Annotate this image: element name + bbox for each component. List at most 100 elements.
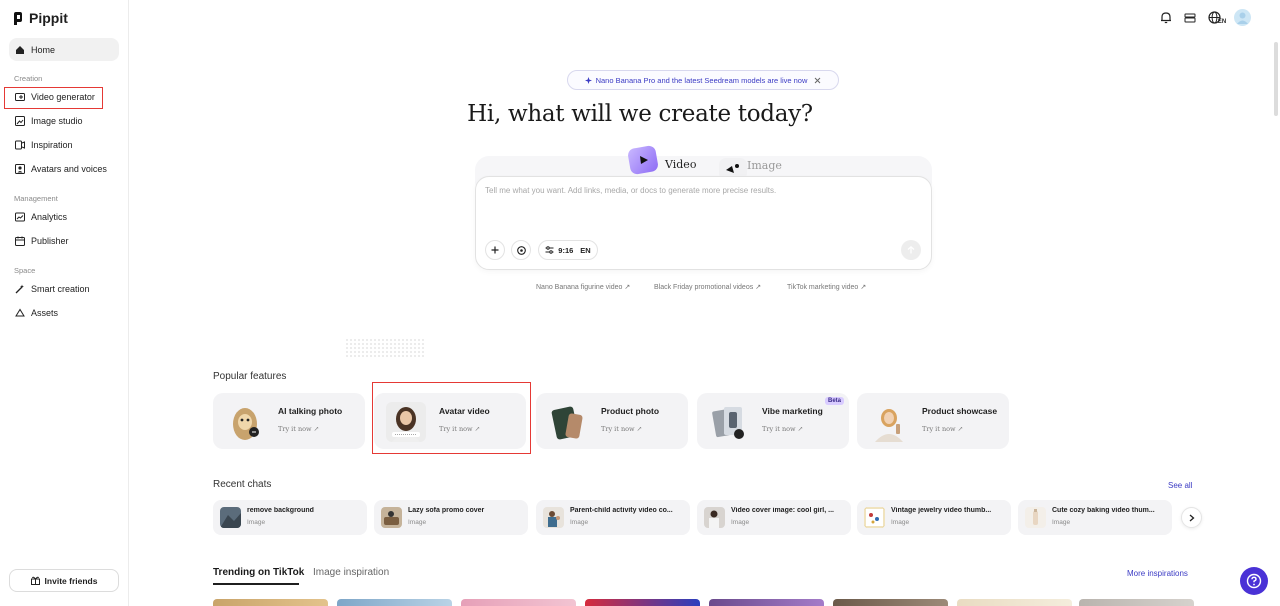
- suggestion-label: TikTok marketing video: [787, 283, 859, 291]
- sidebar-item-home[interactable]: Home: [9, 38, 119, 61]
- recent-chat-item[interactable]: remove background Image: [213, 500, 367, 535]
- layers-icon: [1184, 13, 1196, 22]
- feature-card-product-photo[interactable]: Product photo Try it now ↗: [536, 393, 688, 449]
- language-button[interactable]: EN: [1206, 9, 1228, 26]
- invite-friends-button[interactable]: Invite friends: [9, 569, 119, 592]
- trending-thumbnail[interactable]: [833, 599, 948, 606]
- try-it-now-label: Try it now: [601, 425, 635, 433]
- sidebar-item-inspiration[interactable]: Inspiration: [9, 134, 119, 156]
- invite-friends-label: Invite friends: [44, 575, 98, 586]
- feature-title: Product showcase: [922, 406, 998, 416]
- feature-thumbnail: [225, 402, 265, 442]
- trending-thumbnail[interactable]: [957, 599, 1072, 606]
- chat-title: Video cover image: cool girl, ...: [731, 507, 834, 514]
- sidebar-item-smart-creation[interactable]: Smart creation: [9, 278, 119, 300]
- suggestion-chip[interactable]: Nano Banana figurine video ↗: [536, 283, 630, 292]
- calendar-icon: [15, 236, 25, 246]
- page-title: Hi, what will we create today?: [467, 101, 813, 127]
- sidebar-item-publisher[interactable]: Publisher: [9, 230, 119, 252]
- chat-title: Vintage jewelry video thumb...: [891, 507, 992, 514]
- add-attachment-button[interactable]: [485, 240, 505, 260]
- recent-chat-item[interactable]: Parent-child activity video co... Image: [536, 500, 690, 535]
- see-all-link[interactable]: See all: [1168, 481, 1192, 490]
- arrow-up-icon: [907, 246, 915, 254]
- cloud-icon: [15, 308, 25, 317]
- close-icon[interactable]: [814, 77, 821, 84]
- model-select-button[interactable]: [511, 240, 531, 260]
- avatar: [1234, 9, 1251, 26]
- sidebar-item-label: Publisher: [31, 236, 69, 246]
- trending-thumbnail[interactable]: [337, 599, 452, 606]
- recent-chat-item[interactable]: Vintage jewelry video thumb... Image: [857, 500, 1011, 535]
- sidebar-item-label: Analytics: [31, 212, 68, 222]
- trending-thumbnail[interactable]: [1079, 599, 1194, 606]
- trending-thumbnail[interactable]: [585, 599, 700, 606]
- recent-chat-item[interactable]: Video cover image: cool girl, ... Image: [697, 500, 851, 535]
- chevron-right-icon: [1189, 514, 1194, 521]
- tab-image-inspiration[interactable]: Image inspiration: [313, 567, 389, 578]
- section-label-management: Management: [14, 194, 58, 203]
- recent-chat-item[interactable]: Lazy sofa promo cover Image: [374, 500, 528, 535]
- app-name: Pippit: [29, 10, 68, 26]
- video-mode-icon: [628, 145, 658, 175]
- sidebar-item-label: Home: [31, 44, 56, 55]
- more-inspirations-link[interactable]: More inspirations: [1127, 569, 1188, 578]
- try-it-now-link[interactable]: Try it now ↗: [922, 425, 963, 433]
- chat-title: Lazy sofa promo cover: [408, 507, 485, 514]
- section-label-space: Space: [14, 266, 36, 275]
- output-language-value: EN: [580, 245, 591, 255]
- sidebar-item-avatars-and-voices[interactable]: Avatars and voices: [9, 158, 119, 180]
- history-button[interactable]: [1183, 9, 1197, 26]
- active-tab-indicator: [213, 583, 299, 585]
- help-icon: [1246, 573, 1262, 589]
- chat-type: Image: [891, 519, 910, 526]
- sidebar-item-assets[interactable]: Assets: [9, 302, 119, 324]
- suggestion-chip[interactable]: Black Friday promotional videos ↗: [654, 283, 761, 292]
- home-icon: [16, 45, 24, 54]
- trending-thumbnail[interactable]: [709, 599, 824, 606]
- feature-thumbnail: [869, 402, 909, 442]
- bell-icon: [1161, 12, 1171, 24]
- feature-card-product-showcase[interactable]: Product showcase Try it now ↗: [857, 393, 1009, 449]
- popular-features-title: Popular features: [213, 371, 287, 382]
- suggestion-chip[interactable]: TikTok marketing video ↗: [787, 283, 866, 292]
- sidebar-item-analytics[interactable]: Analytics: [9, 206, 119, 228]
- feature-card-vibe-marketing[interactable]: Vibe marketing Beta Try it now ↗: [697, 393, 849, 449]
- help-button[interactable]: [1240, 567, 1268, 595]
- prompt-input[interactable]: [485, 186, 915, 195]
- send-button[interactable]: [901, 240, 921, 260]
- trending-thumbnail[interactable]: [461, 599, 576, 606]
- section-label-creation: Creation: [14, 74, 43, 83]
- trending-thumbnail[interactable]: [213, 599, 328, 606]
- chat-title: Cute cozy baking video thum...: [1052, 507, 1155, 514]
- decorative-dots: [345, 338, 425, 358]
- magic-wand-icon: [15, 284, 24, 294]
- announcement-banner[interactable]: Nano Banana Pro and the latest Seedream …: [567, 70, 839, 90]
- prompt-box: 9:16 EN: [475, 176, 932, 270]
- aperture-icon: [516, 245, 526, 255]
- sidebar-item-label: Avatars and voices: [31, 164, 107, 174]
- recent-chat-item[interactable]: Cute cozy baking video thum... Image: [1018, 500, 1172, 535]
- app-logo[interactable]: Pippit: [14, 10, 68, 26]
- user-avatar-button[interactable]: [1234, 9, 1251, 26]
- try-it-now-label: Try it now: [278, 425, 312, 433]
- suggestion-label: Nano Banana figurine video: [536, 283, 623, 291]
- chat-type: Image: [570, 519, 589, 526]
- recent-chats-next-button[interactable]: [1181, 507, 1202, 528]
- chat-thumbnail: [220, 507, 241, 528]
- tab-video[interactable]: Video: [627, 144, 696, 176]
- tab-trending-on-tiktok[interactable]: Trending on TikTok: [213, 567, 304, 578]
- feature-card-ai-talking-photo[interactable]: AI talking photo Try it now ↗: [213, 393, 365, 449]
- settings-button[interactable]: 9:16 EN: [538, 240, 598, 260]
- chat-thumbnail: [543, 507, 564, 528]
- inspiration-icon: [15, 140, 25, 150]
- sliders-icon: [545, 246, 554, 254]
- try-it-now-link[interactable]: Try it now ↗: [762, 425, 803, 433]
- try-it-now-link[interactable]: Try it now ↗: [601, 425, 642, 433]
- pippit-logo-icon: [14, 11, 22, 25]
- chat-thumbnail: [864, 507, 885, 528]
- chat-title: Parent-child activity video co...: [570, 507, 673, 514]
- notifications-button[interactable]: [1159, 9, 1173, 26]
- try-it-now-link[interactable]: Try it now ↗: [278, 425, 319, 433]
- chat-type: Image: [731, 519, 750, 526]
